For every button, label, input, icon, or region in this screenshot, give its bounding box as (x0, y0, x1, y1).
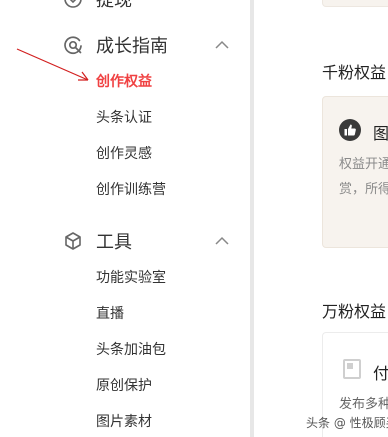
watermark: 头条 @ 性极顾买 (306, 416, 388, 430)
sidebar-item-original-protection[interactable]: 原创保护 (96, 376, 152, 396)
benefit-card-desc-line1: 权益开通 (339, 157, 388, 172)
sidebar-item-creation-inspiration[interactable]: 创作灵感 (96, 144, 152, 164)
annotation-arrow-icon (16, 48, 89, 81)
chevron-up-icon[interactable] (212, 35, 232, 55)
benefit-card-title: 付 (373, 364, 388, 383)
tools-cube-icon (62, 230, 84, 252)
benefit-card-desc-line2: 赏，所得 (339, 182, 388, 197)
thumbs-up-icon (339, 119, 361, 141)
document-icon (343, 359, 361, 379)
sidebar-section-withdraw[interactable]: 提现 (62, 0, 232, 14)
sidebar-item-toutiao-certification[interactable]: 头条认证 (96, 108, 152, 128)
sidebar-section-growth-label: 成长指南 (96, 36, 168, 57)
sidebar-item-image-assets[interactable]: 图片素材 (96, 412, 152, 432)
sidebar-section-tools[interactable]: 工具 (62, 226, 232, 256)
sidebar-section-withdraw-label: 提现 (96, 0, 132, 11)
sidebar-item-boost-pack[interactable]: 头条加油包 (96, 340, 166, 360)
benefit-card-title: 图 (373, 124, 388, 143)
sidebar-item-creation-rights[interactable]: 创作权益 (96, 72, 152, 92)
section-title-thousand-fans: 千粉权益 (322, 63, 387, 82)
withdraw-icon (62, 0, 84, 10)
sidebar: 提现 成长指南 创作权益 头条认证 创作灵感 创作训练营 工具 功能实验室 直播… (0, 0, 250, 437)
sidebar-item-creation-training-camp[interactable]: 创作训练营 (96, 180, 166, 200)
section-title-ten-thousand-fans: 万粉权益 (322, 302, 387, 321)
previous-card-edge (322, 0, 388, 7)
main-content: 千粉权益 图 权益开通 赏，所得 万粉权益 付 发布多种 (254, 0, 388, 437)
sidebar-item-feature-lab[interactable]: 功能实验室 (96, 268, 166, 288)
benefit-card[interactable]: 图 权益开通 赏，所得 (322, 96, 388, 248)
benefit-card-desc-line1: 发布多种 (339, 397, 388, 412)
chevron-up-icon[interactable] (212, 231, 232, 251)
sidebar-item-live[interactable]: 直播 (96, 304, 124, 324)
sidebar-section-tools-label: 工具 (96, 232, 132, 253)
